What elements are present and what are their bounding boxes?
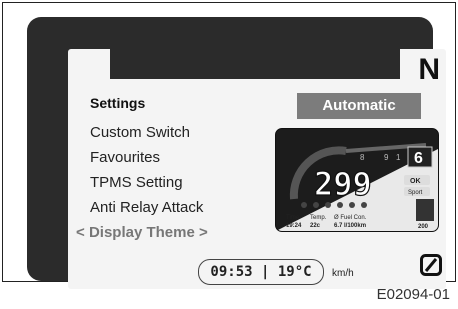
theme-preview-graphic: 8 9 1 6 299 OK Sport Time Temp. Ø Fuel C… bbox=[276, 143, 438, 231]
preview-ok: OK bbox=[410, 178, 421, 185]
menu-item-display-theme[interactable]: < Display Theme > bbox=[76, 224, 208, 241]
figure-code: E02094-01 bbox=[376, 286, 450, 303]
tick-1: 1 bbox=[396, 153, 401, 162]
clock-time: 09:53 bbox=[210, 264, 253, 280]
preview-odo: 200 bbox=[418, 224, 429, 230]
theme-preview: 8 9 1 6 299 OK Sport Time Temp. Ø Fuel C… bbox=[275, 128, 439, 232]
preview-speed: 299 bbox=[314, 165, 372, 203]
menu-item-favourites[interactable]: Favourites bbox=[90, 149, 160, 166]
chevron-left-icon[interactable]: < bbox=[76, 224, 85, 241]
tft-bezel: N Settings Custom Switch Favourites TPMS… bbox=[27, 17, 446, 289]
preview-gear: 6 bbox=[414, 150, 423, 167]
gear-indicator: N bbox=[418, 53, 440, 86]
preview-label-time: Time bbox=[286, 215, 300, 221]
preview-label-fuel: Ø Fuel Con. bbox=[334, 215, 367, 221]
fuel-gauge bbox=[416, 199, 434, 221]
tick-8: 8 bbox=[360, 153, 365, 162]
preview-label-temp: Temp. bbox=[310, 215, 327, 221]
preview-value-time: 19:24 bbox=[286, 223, 302, 229]
preview-value-temp: 22c bbox=[310, 223, 321, 229]
preview-sport: Sport bbox=[408, 190, 423, 196]
top-bar bbox=[110, 49, 400, 79]
tick-9: 9 bbox=[384, 153, 389, 162]
status-separator: | bbox=[261, 264, 270, 280]
no-symbol-icon bbox=[420, 254, 442, 276]
status-pill: 09:53 | 19°C bbox=[198, 259, 324, 285]
speed-unit: km/h bbox=[332, 268, 354, 279]
preview-value-fuel: 6.7 l/100km bbox=[334, 223, 366, 229]
mode-badge: Automatic bbox=[297, 93, 421, 119]
selected-label: Display Theme bbox=[88, 224, 195, 241]
menu-item-custom-switch[interactable]: Custom Switch bbox=[90, 124, 190, 141]
menu-item-anti-relay[interactable]: Anti Relay Attack bbox=[90, 199, 203, 216]
ambient-temperature: 19°C bbox=[277, 264, 312, 280]
menu-item-tpms[interactable]: TPMS Setting bbox=[90, 174, 183, 191]
menu-title: Settings bbox=[90, 95, 146, 111]
chevron-right-icon[interactable]: > bbox=[199, 224, 208, 241]
tft-screen: N Settings Custom Switch Favourites TPMS… bbox=[68, 49, 446, 289]
